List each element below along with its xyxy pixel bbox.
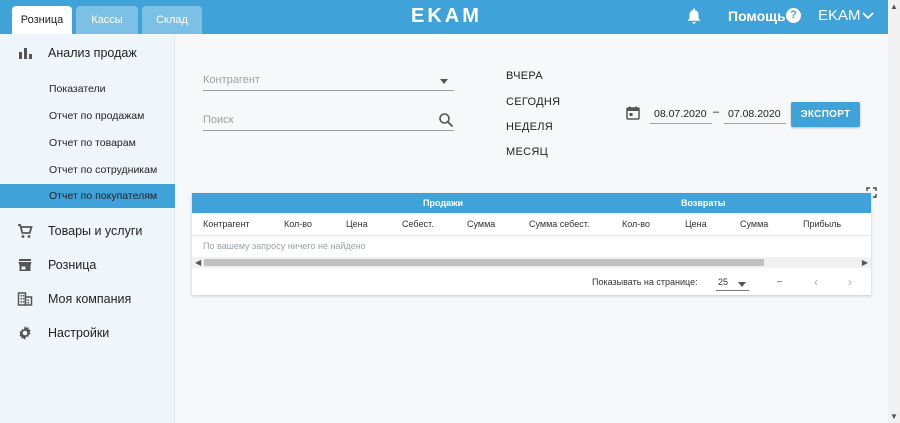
- top-bar: Розница Кассы Склад EKAM Помощь ? EKAM: [0, 0, 888, 34]
- period-today[interactable]: СЕГОДНЯ: [506, 96, 560, 108]
- rows-per-page-label: Показывать на странице:: [592, 277, 698, 287]
- column-header-sales-cost-sum[interactable]: Сумма себест.: [529, 219, 589, 229]
- chevron-down-icon[interactable]: [862, 12, 874, 20]
- page-scrollbar[interactable]: ▲ ▼: [888, 0, 900, 423]
- sidebar: Анализ продаж Показатели Отчет по продаж…: [0, 34, 175, 423]
- scroll-down-icon[interactable]: ▼: [890, 412, 898, 421]
- column-header-returns-price[interactable]: Цена: [685, 219, 707, 229]
- sidebar-item-label: Отчет по товарам: [49, 137, 136, 149]
- column-header-returns-sum[interactable]: Сумма: [740, 219, 768, 229]
- scroll-left-icon[interactable]: ◀: [195, 258, 201, 267]
- tab-retail[interactable]: Розница: [12, 6, 72, 34]
- empty-table-message: По вашему запросу ничего не найдено: [203, 241, 366, 251]
- notifications-bell-icon[interactable]: [686, 7, 702, 25]
- scroll-thumb[interactable]: [204, 259, 764, 266]
- column-header-contractor[interactable]: Контрагент: [203, 219, 250, 229]
- user-menu[interactable]: EKAM: [818, 7, 861, 24]
- column-header-sales-sum[interactable]: Сумма: [467, 219, 495, 229]
- sidebar-section-sales-analysis[interactable]: Анализ продаж: [0, 38, 175, 68]
- cart-icon: [18, 224, 33, 238]
- scroll-up-icon[interactable]: ▲: [890, 2, 898, 11]
- row-divider: [192, 235, 871, 236]
- sidebar-section-label: Настройки: [48, 326, 110, 340]
- next-page-icon[interactable]: ›: [848, 275, 852, 289]
- sidebar-item-label: Показатели: [49, 83, 106, 95]
- date-from-input[interactable]: 08.07.2020: [650, 104, 712, 124]
- building-icon: [17, 292, 33, 306]
- sidebar-section-label: Розница: [48, 258, 97, 272]
- period-yesterday[interactable]: ВЧЕРА: [506, 70, 543, 82]
- sidebar-item-label: Отчет по покупателям: [49, 190, 158, 202]
- logo[interactable]: EKAM: [411, 5, 482, 27]
- sidebar-item-label: Отчет по продажам: [49, 110, 145, 122]
- horizontal-scrollbar[interactable]: ◀ ▶: [192, 257, 871, 268]
- rows-per-page-select[interactable]: 25: [718, 277, 728, 287]
- tab-warehouse[interactable]: Склад: [142, 6, 202, 34]
- column-header-sales-qty[interactable]: Кол-во: [284, 219, 312, 229]
- column-header-sales-cost[interactable]: Себест.: [402, 219, 434, 229]
- sidebar-section-label: Анализ продаж: [48, 46, 137, 60]
- sidebar-section-settings[interactable]: Настройки: [0, 318, 175, 348]
- date-separator: –: [713, 106, 720, 118]
- sidebar-section-label: Товары и услуги: [48, 224, 143, 238]
- help-icon[interactable]: ?: [786, 8, 801, 23]
- store-icon: [18, 259, 32, 271]
- column-header-profit[interactable]: Прибыль: [803, 219, 841, 229]
- sidebar-item-customers-report[interactable]: Отчет по покупателям: [0, 184, 175, 208]
- sidebar-section-products-services[interactable]: Товары и услуги: [0, 216, 175, 246]
- period-month[interactable]: МЕСЯЦ: [506, 146, 548, 158]
- period-week[interactable]: НЕДЕЛЯ: [506, 121, 553, 133]
- report-table: Продажи Возвраты Контрагент Кол-во Цена …: [192, 193, 871, 295]
- sidebar-item-products-report[interactable]: Отчет по товарам: [0, 132, 175, 154]
- contractor-select[interactable]: Контрагент: [203, 71, 454, 91]
- dropdown-arrow-icon[interactable]: [440, 79, 448, 84]
- table-group-header: Продажи Возвраты: [192, 193, 871, 213]
- tab-cash-registers[interactable]: Кассы: [76, 6, 138, 34]
- sidebar-section-label: Моя компания: [48, 292, 132, 306]
- contractor-placeholder: Контрагент: [203, 74, 260, 86]
- previous-page-icon[interactable]: ‹: [814, 275, 818, 289]
- sidebar-section-my-company[interactable]: Моя компания: [0, 284, 175, 314]
- bar-chart-icon: [19, 48, 32, 59]
- sidebar-item-label: Отчет по сотрудникам: [49, 164, 158, 176]
- dropdown-arrow-icon[interactable]: [738, 282, 746, 287]
- column-header-sales-price[interactable]: Цена: [346, 219, 368, 229]
- search-icon[interactable]: [438, 112, 454, 128]
- help-link[interactable]: Помощь: [728, 8, 786, 24]
- date-to-input[interactable]: 07.08.2020: [724, 104, 786, 124]
- column-header-returns-qty[interactable]: Кол-во: [622, 219, 650, 229]
- calendar-icon[interactable]: [626, 106, 640, 120]
- search-placeholder: Поиск: [203, 114, 234, 126]
- group-header-sales: Продажи: [423, 198, 463, 208]
- rows-per-page-underline: [716, 290, 749, 291]
- export-button[interactable]: ЭКСПОРТ: [791, 102, 860, 127]
- gear-icon: [19, 326, 31, 340]
- sidebar-item-employees-report[interactable]: Отчет по сотрудникам: [0, 159, 175, 181]
- sidebar-item-sales-report[interactable]: Отчет по продажам: [0, 105, 175, 127]
- page-range: –: [777, 276, 783, 286]
- scroll-right-icon[interactable]: ▶: [862, 258, 868, 267]
- search-input[interactable]: Поиск: [203, 111, 454, 131]
- group-header-returns: Возвраты: [681, 198, 726, 208]
- sidebar-item-indicators[interactable]: Показатели: [0, 78, 175, 100]
- sidebar-section-retail[interactable]: Розница: [0, 250, 175, 280]
